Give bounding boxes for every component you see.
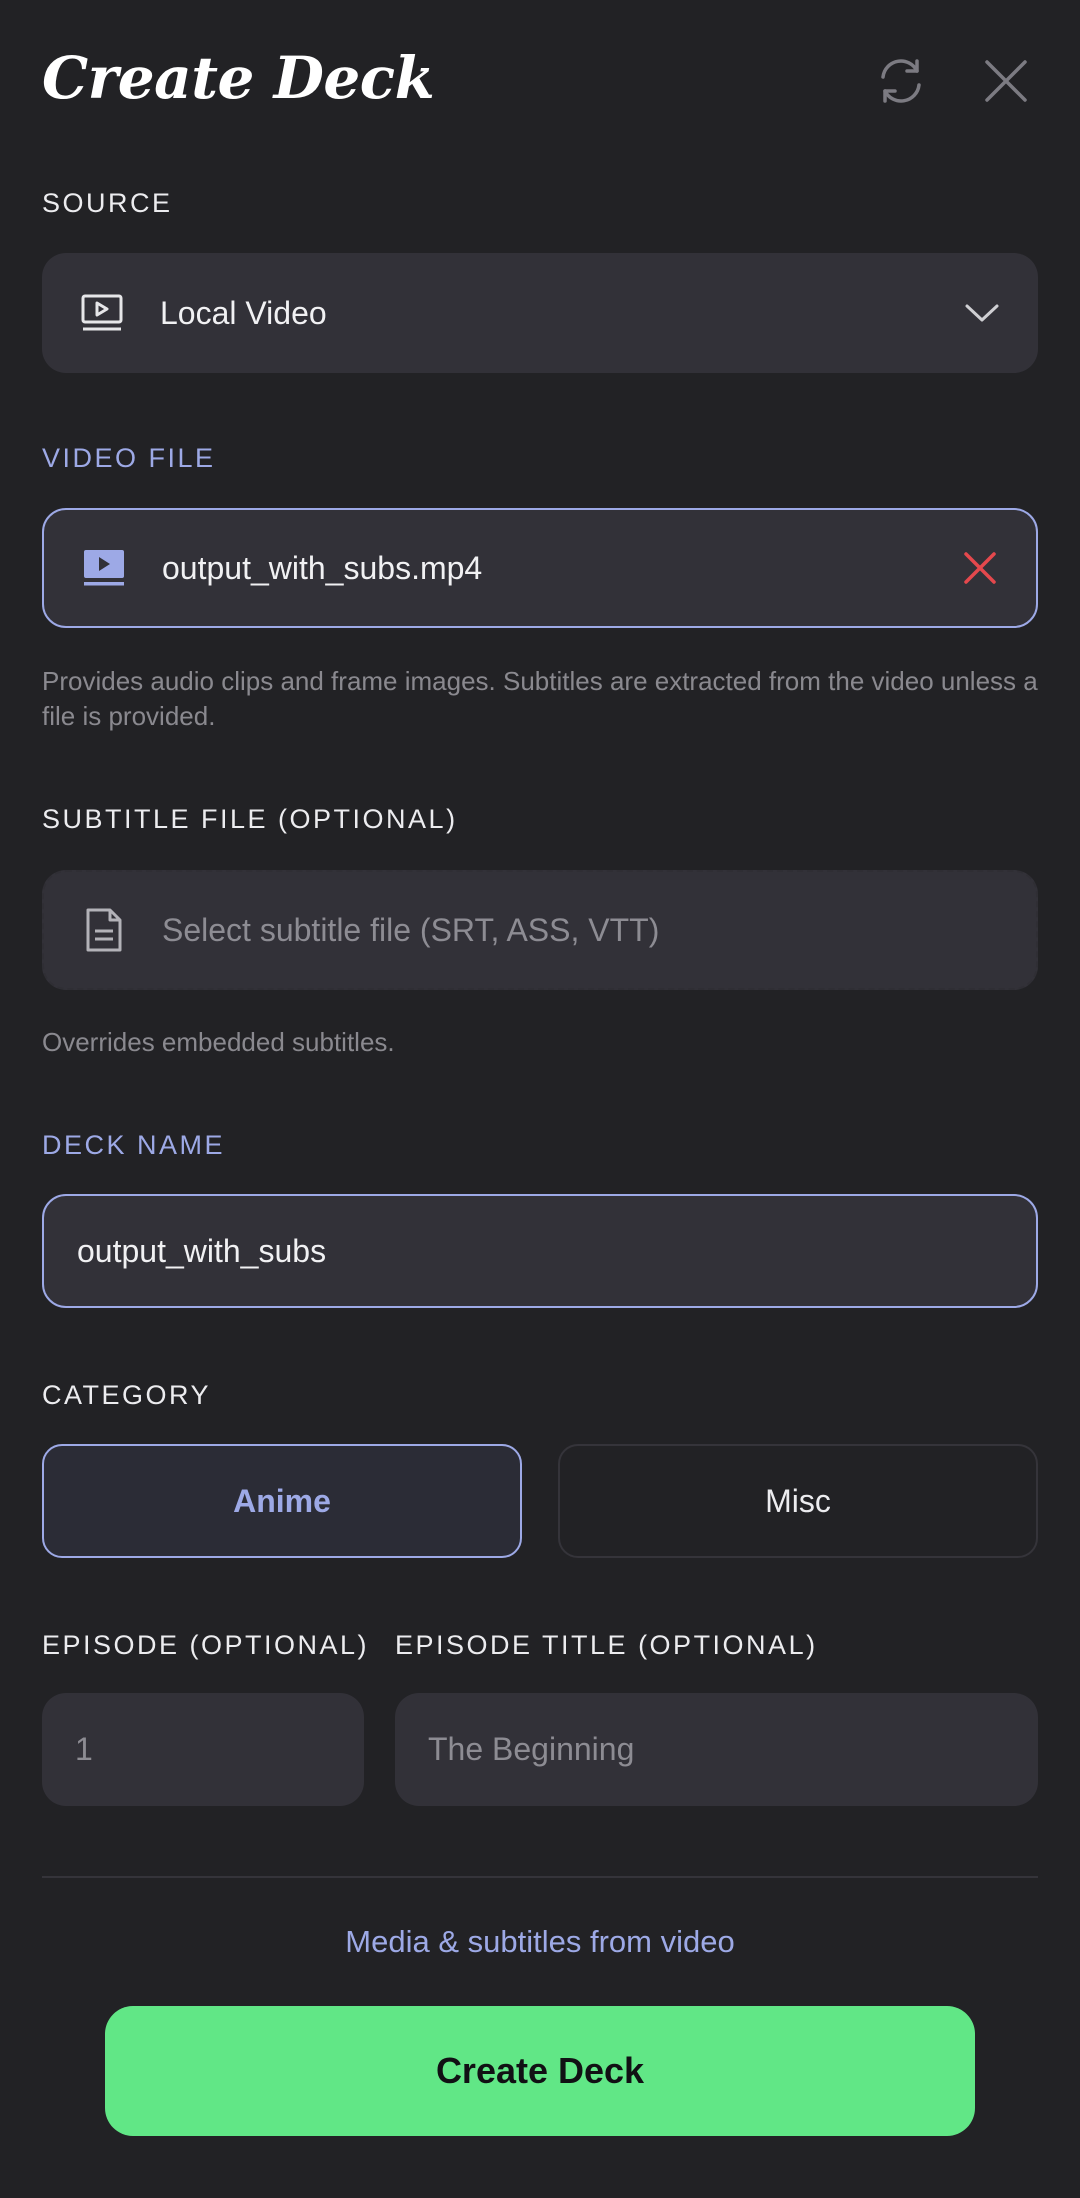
source-select[interactable]: Local Video bbox=[42, 253, 1038, 373]
refresh-icon bbox=[881, 59, 921, 103]
video-file-label: VIDEO FILE bbox=[42, 443, 216, 473]
video-player-icon bbox=[78, 289, 126, 337]
category-option-anime[interactable]: Anime bbox=[42, 1444, 522, 1558]
subtitle-file-placeholder: Select subtitle file (SRT, ASS, VTT) bbox=[162, 911, 660, 948]
episode-title-label: EPISODE TITLE (OPTIONAL) bbox=[395, 1630, 818, 1660]
divider bbox=[42, 1876, 1038, 1878]
create-deck-button[interactable]: Create Deck bbox=[105, 2006, 975, 2136]
category-option-misc[interactable]: Misc bbox=[558, 1444, 1038, 1558]
video-file-name: output_with_subs.mp4 bbox=[162, 549, 483, 586]
episode-label: EPISODE (OPTIONAL) bbox=[42, 1630, 370, 1660]
media-source-note: Media & subtitles from video bbox=[345, 1924, 735, 1959]
subtitle-file-helper: Overrides embedded subtitles. bbox=[42, 1027, 395, 1057]
document-icon bbox=[80, 906, 128, 954]
clear-button[interactable] bbox=[958, 546, 1002, 590]
source-value: Local Video bbox=[160, 294, 327, 331]
episode-placeholder: 1 bbox=[75, 1731, 93, 1767]
subtitle-file-picker[interactable]: Select subtitle file (SRT, ASS, VTT) bbox=[42, 870, 1038, 990]
episode-title-input[interactable]: The Beginning bbox=[395, 1693, 1038, 1806]
header: Create Deck bbox=[42, 38, 1038, 122]
episode-input[interactable]: 1 bbox=[42, 1693, 364, 1806]
clear-icon bbox=[964, 552, 996, 584]
deck-name-label: DECK NAME bbox=[42, 1130, 226, 1160]
close-button[interactable] bbox=[977, 52, 1035, 110]
chevron-down-icon bbox=[960, 291, 1004, 335]
deck-name-input[interactable]: output_with_subs bbox=[42, 1194, 1038, 1308]
video-file-field[interactable]: output_with_subs.mp4 bbox=[42, 508, 1038, 628]
category-label: CATEGORY bbox=[42, 1380, 212, 1410]
subtitle-file-label: SUBTITLE FILE (OPTIONAL) bbox=[42, 804, 458, 834]
episode-title-placeholder: The Beginning bbox=[428, 1731, 635, 1767]
close-icon bbox=[985, 60, 1027, 102]
source-label: SOURCE bbox=[42, 188, 173, 218]
video-file-icon bbox=[80, 544, 128, 592]
video-file-helper: Provides audio clips and frame images. S… bbox=[42, 666, 1038, 731]
deck-name-value: output_with_subs bbox=[77, 1232, 327, 1269]
refresh-button[interactable] bbox=[872, 52, 930, 110]
page-title: Create Deck bbox=[42, 44, 435, 112]
